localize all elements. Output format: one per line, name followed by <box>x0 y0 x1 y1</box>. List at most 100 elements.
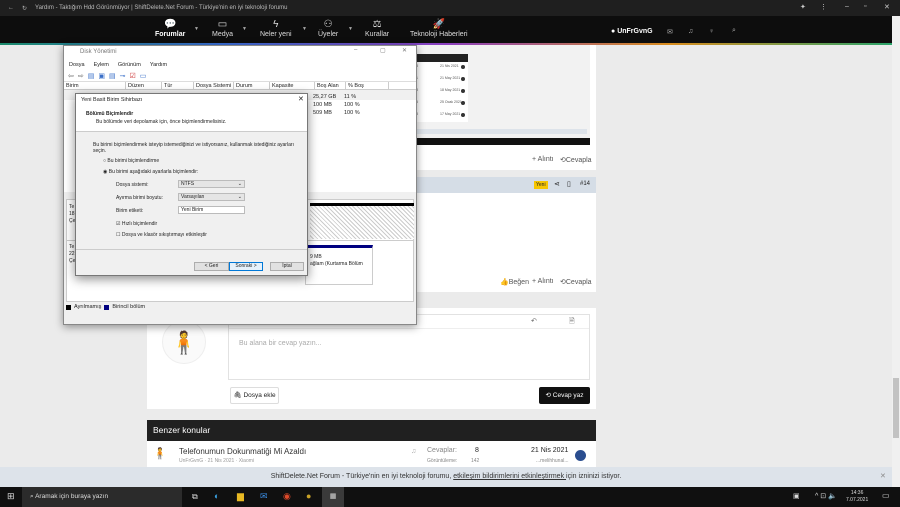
tray-chevron-icon[interactable]: ^ ⊡ 🔈 <box>815 492 837 500</box>
recovery-partition[interactable]: 9 MB ağlam (Kurtarma Bölüm <box>305 245 373 285</box>
users-icon: ⚇ <box>323 19 333 30</box>
last-post-user[interactable]: ...melihhunal... <box>536 458 569 464</box>
maximize-button[interactable]: ▫ <box>864 3 866 10</box>
enable-notifications-link[interactable]: etkileşim bildirimlerini etkinleştirmek <box>453 473 566 480</box>
maximize-button[interactable]: ▢ <box>380 47 386 54</box>
column-header[interactable]: Düzen <box>126 82 162 89</box>
reply-button[interactable]: ⟲Cevapla <box>560 278 592 286</box>
back-icon[interactable]: ⇦ <box>68 72 74 80</box>
nav-neler-yeni[interactable]: ϟ Neler yeni <box>260 18 292 38</box>
last-post-date[interactable]: 21 Nis 2021 <box>531 447 568 454</box>
radio-format[interactable]: ◉ Bu birimi aşağıdaki ayarlarla biçimlen… <box>103 169 198 175</box>
rocket-icon: 🚀 <box>432 19 446 30</box>
help-icon[interactable]: ▣ <box>98 72 105 80</box>
compression-checkbox[interactable]: ☐ Dosya ve klasör sıkıştırmayı etkinleşt… <box>116 232 207 238</box>
menu-icon[interactable]: ⋮ <box>820 3 827 11</box>
back-button[interactable]: < Geri <box>194 262 229 271</box>
mail-icon[interactable]: ✉ <box>260 491 268 502</box>
notifications-icon[interactable]: ▭ <box>882 491 890 500</box>
close-icon[interactable]: ✕ <box>880 467 886 487</box>
bell-icon[interactable]: ♫ <box>688 28 693 35</box>
column-header[interactable]: Dosya Sistemi <box>194 82 234 89</box>
scrollbar-thumb[interactable] <box>893 378 899 438</box>
lightbulb-icon[interactable]: ♀ <box>709 28 714 35</box>
column-header[interactable]: Durum <box>234 82 270 89</box>
column-header[interactable]: Kapasite <box>270 82 315 89</box>
undo-icon[interactable]: ↶ <box>531 317 537 325</box>
keyboard-icon[interactable]: ▣ <box>793 492 800 500</box>
notice-text: için izninizi istiyor. <box>566 473 622 480</box>
allocation-size-select[interactable]: Varsayılan ⌄ <box>178 193 245 201</box>
task-view-icon[interactable]: ⧉ <box>192 492 198 502</box>
post-number[interactable]: #14 <box>580 181 590 187</box>
check-icon[interactable]: ☑ <box>130 72 136 80</box>
mail-icon[interactable]: ✉ <box>667 28 673 36</box>
file-system-select[interactable]: NTFS ⌄ <box>178 180 245 188</box>
menu-yardim[interactable]: Yardım <box>150 62 167 68</box>
radio-no-format[interactable]: ○ Bu birimi biçimlendirme <box>103 158 159 164</box>
view-icon[interactable]: ▭ <box>140 72 147 80</box>
menu-eylem[interactable]: Eylem <box>94 62 109 68</box>
like-button[interactable]: 👍Beğen <box>500 278 529 286</box>
reply-placeholder[interactable]: Bu alana bir cevap yazın... <box>229 329 589 358</box>
windows-start-icon[interactable]: ⊞ <box>7 491 15 502</box>
table-row[interactable]: 100 MB 100 % <box>313 102 360 108</box>
volume-label-input[interactable]: Yeni Birim <box>178 206 245 214</box>
quote-button[interactable]: + Alıntı <box>532 156 554 163</box>
connect-icon[interactable]: ⊸ <box>120 72 126 80</box>
similar-thread-row[interactable]: 🧍 Telefonumun Dokunmatiği Mi Azaldı UnFr… <box>147 441 596 467</box>
table-row[interactable]: 509 MB 100 % <box>313 110 360 116</box>
nav-uyeler[interactable]: ⚇ Üyeler <box>318 18 338 38</box>
minimize-button[interactable]: – <box>845 3 849 10</box>
search-icon[interactable]: ⌕ <box>732 27 736 35</box>
chevron-down-icon[interactable]: ▼ <box>302 26 307 32</box>
chrome-icon[interactable]: ◉ <box>283 491 291 502</box>
column-header[interactable]: Tür <box>162 82 194 89</box>
column-header[interactable]: % Boş <box>346 82 389 89</box>
user-menu[interactable]: ● UnFrGvnG <box>611 28 653 35</box>
submit-reply-button[interactable]: ⟲ Cevap yaz <box>539 387 590 404</box>
menu-gorunum[interactable]: Görünüm <box>118 62 141 68</box>
app-icon[interactable]: ● <box>306 491 311 501</box>
nav-forumlar[interactable]: 💬 Forumlar <box>155 18 185 38</box>
cancel-button[interactable]: İptal <box>270 262 304 271</box>
back-icon[interactable]: ← <box>8 5 14 11</box>
chevron-down-icon[interactable]: ▼ <box>194 26 199 32</box>
extensions-icon[interactable]: ✦ <box>800 3 806 11</box>
nav-teknoloji-haberleri[interactable]: 🚀 Teknoloji Haberleri <box>410 18 468 38</box>
attach-file-button[interactable]: 🖇 Dosya ekle <box>230 387 279 404</box>
post-attachment-screenshot[interactable]: 821 Nis 2021121 May 2021318 May 2021525 … <box>415 45 590 145</box>
thread-title[interactable]: Telefonumun Dokunmatiği Mi Azaldı <box>179 447 306 456</box>
close-button[interactable]: ✕ <box>884 3 890 11</box>
reply-button[interactable]: ⟲Cevapla <box>560 156 592 164</box>
minimize-button[interactable]: – <box>354 47 357 53</box>
next-button[interactable]: Sonraki > <box>229 262 263 271</box>
menu-dosya[interactable]: Dosya <box>69 62 85 68</box>
properties-icon[interactable]: ▤ <box>109 72 116 80</box>
file-explorer-icon[interactable]: ▆ <box>237 491 244 502</box>
avatar <box>461 77 465 81</box>
chevron-down-icon[interactable]: ▼ <box>348 26 353 32</box>
table-row[interactable]: 25,27 GB 11 % <box>313 94 356 100</box>
nav-kurallar[interactable]: ⚖ Kurallar <box>365 18 389 38</box>
column-header[interactable]: Boş Alan <box>315 82 346 89</box>
list-icon[interactable]: ▤ <box>88 72 95 80</box>
taskbar-search[interactable]: ⌕ Aramak için buraya yazın <box>22 487 182 507</box>
preview-icon[interactable]: 🗎 <box>569 317 575 328</box>
chevron-down-icon[interactable]: ▼ <box>242 26 247 32</box>
edge-icon[interactable]: ◐ <box>214 491 219 501</box>
quote-button[interactable]: + Alıntı <box>532 278 554 285</box>
bookmark-icon[interactable]: ▯ <box>567 180 571 188</box>
clock[interactable]: 14:36 7.07.2021 <box>846 490 868 504</box>
column-header[interactable]: Birim <box>64 82 126 89</box>
quick-format-checkbox[interactable]: ☑ Hızlı biçimlendir <box>116 221 157 227</box>
nav-medya[interactable]: ▭ Medya <box>212 18 233 38</box>
share-icon[interactable]: ⋖ <box>554 180 560 188</box>
unallocated-partition[interactable] <box>310 203 414 239</box>
bell-icon[interactable]: ♫ <box>411 448 416 455</box>
close-button[interactable]: ✕ <box>298 95 304 103</box>
forward-icon[interactable]: ⇨ <box>78 72 84 80</box>
close-button[interactable]: ✕ <box>402 47 407 54</box>
reload-icon[interactable]: ↻ <box>22 5 27 12</box>
disk-management-taskbar-icon[interactable]: ▦ <box>322 487 344 507</box>
